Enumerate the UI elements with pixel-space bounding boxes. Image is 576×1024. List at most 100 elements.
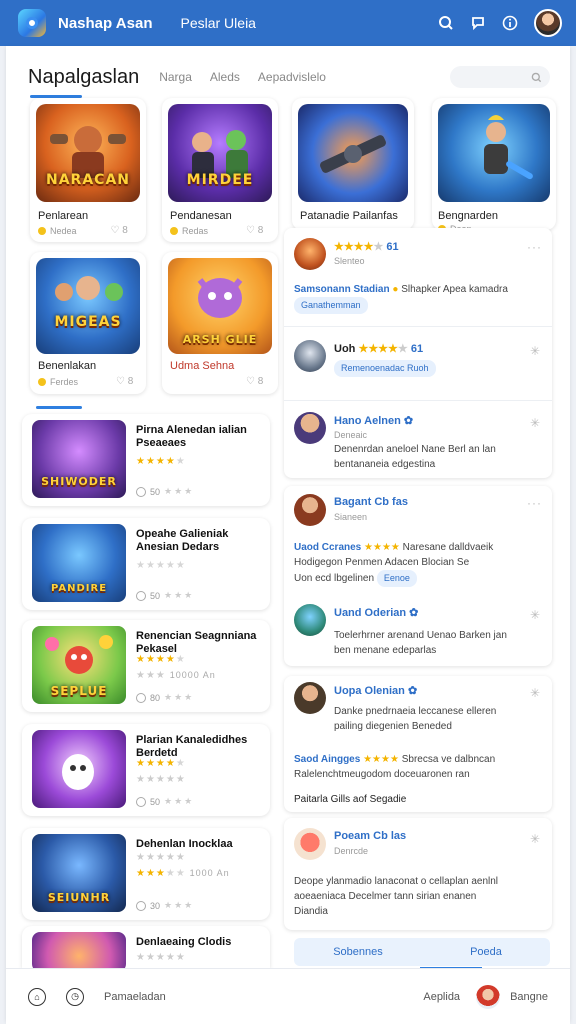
review-text: Samsonann Stadian ● Slhapker Apea kamadr… xyxy=(294,282,508,314)
game-thumbnail: PANDIRE xyxy=(32,524,126,602)
reviewer-avatar[interactable] xyxy=(294,412,326,444)
review-tabs: Sobennes Poeda xyxy=(294,938,550,966)
review-tag[interactable]: Eenoe xyxy=(376,570,417,587)
divider xyxy=(284,400,552,401)
review-text-2: Hodigegon Penmen Adacen Blocian Se xyxy=(294,557,470,568)
nav-link-2[interactable]: Aleds xyxy=(210,70,240,84)
bottom-link[interactable]: Aeplida xyxy=(423,991,460,1003)
reviewer-name: Bagant Cb fas xyxy=(334,496,408,508)
more-options-icon[interactable]: ··· xyxy=(527,240,542,254)
search-icon[interactable] xyxy=(434,11,458,35)
review-text-1: Denenrdan aneloel Nane Berl an lan xyxy=(334,444,496,455)
nav-link-3[interactable]: Aepadvislelo xyxy=(258,70,326,84)
game-card[interactable]: Bengnarden Dean xyxy=(432,98,556,234)
game-card[interactable]: MIRDEE Pendanesan Redas ♡ 8 xyxy=(162,98,278,242)
game-logo-text: ARSH GLIE xyxy=(182,333,258,346)
review-text-2: aoeaeniaca Decelmer tann sirian enanen xyxy=(294,891,477,902)
rating-meta-text: 10000 An xyxy=(169,670,216,680)
reviewer-avatar[interactable] xyxy=(294,238,326,270)
more-options-icon[interactable]: ··· xyxy=(527,496,542,510)
reviewer-avatar[interactable] xyxy=(294,494,326,526)
coin-icon xyxy=(38,226,46,235)
rating-meta: ★★★ 10000 An xyxy=(136,670,216,681)
reviewer-name: Uoh ★★★★★ 61 xyxy=(334,343,424,355)
game-title[interactable]: Udma Sehna xyxy=(170,360,234,372)
list-item[interactable]: Denlaeaing Clodis ★★★★★ xyxy=(22,926,270,968)
game-title[interactable]: Patanadie Pailanfas xyxy=(300,210,398,222)
rating-stars: ★★★★★ xyxy=(136,758,186,769)
user-avatar[interactable] xyxy=(476,984,501,1009)
reviewer-avatar[interactable] xyxy=(294,604,326,636)
game-card[interactable]: ARSH GLIE Udma Sehna ♡ 8 xyxy=(162,252,278,394)
list-item-meta: 50 ★★★ xyxy=(136,796,194,807)
search-input[interactable] xyxy=(450,66,550,88)
review-item: Bagant Cb fas Sianeen ··· Uaod Ccranes ★… xyxy=(294,494,542,594)
chat-icon[interactable] xyxy=(466,11,490,35)
review-item: Poeam Cb las Denrcde ✳ Deope ylanmadio l… xyxy=(294,828,542,924)
bottom-label[interactable]: Pamaeladan xyxy=(104,991,166,1003)
app-title[interactable]: Nashap Asan xyxy=(58,15,152,32)
clock-icon xyxy=(136,796,146,807)
pin-icon[interactable]: ✳ xyxy=(530,608,540,622)
reviewer-avatar[interactable] xyxy=(294,340,326,372)
game-title[interactable]: Pendanesan xyxy=(170,210,232,222)
game-logo-text: PANDIRE xyxy=(50,583,108,594)
reviewer-name: Hano Aelnen ✿ xyxy=(334,415,414,427)
reviewer-name-text: Uand Oderian xyxy=(334,607,407,619)
list-item[interactable]: SEPLUE Renencian Seagnniana Pekasel ★★★★… xyxy=(22,620,270,712)
game-thumbnail xyxy=(32,932,126,968)
heart-icon[interactable]: ♡ 8 xyxy=(111,225,128,236)
review-text-1: Danke pnedrnaeia leccanese elleren xyxy=(334,706,497,717)
top-app-bar: Nashap Asan Peslar Uleia xyxy=(0,0,576,46)
top-nav-link[interactable]: Peslar Uleia xyxy=(180,15,255,31)
review-text-1: Samsonann Stadian xyxy=(294,284,390,295)
info-icon[interactable] xyxy=(498,11,522,35)
history-icon[interactable]: ◷ xyxy=(66,987,84,1006)
list-item[interactable]: PANDIRE Opeahe Galieniak Anesian Dedars … xyxy=(22,518,270,610)
pin-icon[interactable]: ✳ xyxy=(530,832,540,846)
reviewer-avatar[interactable] xyxy=(294,828,326,860)
game-card[interactable]: Patanadie Pailanfas xyxy=(292,98,414,230)
reviewer-avatar[interactable] xyxy=(294,682,326,714)
heart-icon[interactable]: ♡ 8 xyxy=(246,376,263,387)
review-tag[interactable]: Ganathemman xyxy=(294,297,368,314)
list-item-title: Plarian Kanaledidhes Berdetd xyxy=(136,734,248,759)
list-item-title: Pirna Alenedan ialian Pseaeaes xyxy=(136,424,247,449)
reviewer-name-text: Uopa Olenian xyxy=(334,685,405,697)
list-item-title: Dehenlan Inocklaa xyxy=(136,838,233,850)
game-thumbnail xyxy=(298,104,408,202)
rating-stars: ★★★★★ xyxy=(136,560,186,571)
nav-link-1[interactable]: Narga xyxy=(159,70,192,84)
game-thumbnail: NARACAN xyxy=(36,104,140,202)
pin-icon[interactable]: ✳ xyxy=(530,344,540,358)
review-date: Denrcde xyxy=(334,846,369,856)
pin-icon[interactable]: ✳ xyxy=(530,416,540,430)
user-name[interactable]: Bangne xyxy=(510,991,548,1003)
home-icon[interactable]: ⌂ xyxy=(28,987,46,1006)
game-title[interactable]: Bengnarden xyxy=(438,210,498,222)
review-tag[interactable]: Remenoenadac Ruoh xyxy=(334,360,436,377)
app-logo[interactable] xyxy=(18,9,46,37)
list-item-count: 50 xyxy=(150,486,161,497)
list-item[interactable]: SHIWODER Pirna Alenedan ialian Pseaeaes … xyxy=(22,414,270,506)
list-item[interactable]: SEIUNHR Dehenlan Inocklaa ★★★★★ ★★★★★ 10… xyxy=(22,828,270,920)
game-card[interactable]: MIGEAS Benenlakan Ferdes ♡ 8 xyxy=(30,252,146,394)
reviewer-name-text: Uoh xyxy=(334,343,356,355)
list-item[interactable]: Plarian Kanaledidhes Berdetd ★★★★★ ★★★★★… xyxy=(22,724,270,816)
review-text-2: Ralelenchtmeugodom doceuaronen ran xyxy=(294,769,470,780)
review-item: Uand Oderian ✿ ✳ Toelerhrner arenand Uen… xyxy=(294,604,542,660)
list-item-count: 50 xyxy=(150,590,161,601)
pin-icon[interactable]: ✳ xyxy=(530,686,540,700)
review-rating: 61 xyxy=(386,241,399,253)
game-title[interactable]: Penlarean xyxy=(38,210,88,222)
game-card[interactable]: NARACAN Penlarean Nedea ♡ 8 xyxy=(30,98,146,242)
review-text-1: Deope ylanmadio lanaconat o cellaplan ae… xyxy=(294,876,499,887)
review-item: Paitarla Gills aof Segadie xyxy=(294,792,542,808)
coin-icon xyxy=(38,377,46,386)
tab-2[interactable]: Poeda xyxy=(422,938,550,966)
heart-icon[interactable]: ♡ 8 xyxy=(246,225,263,236)
user-avatar[interactable] xyxy=(534,9,562,37)
tab-1[interactable]: Sobennes xyxy=(294,938,422,966)
heart-icon[interactable]: ♡ 8 xyxy=(116,376,133,387)
game-title[interactable]: Benenlakan xyxy=(38,360,96,372)
